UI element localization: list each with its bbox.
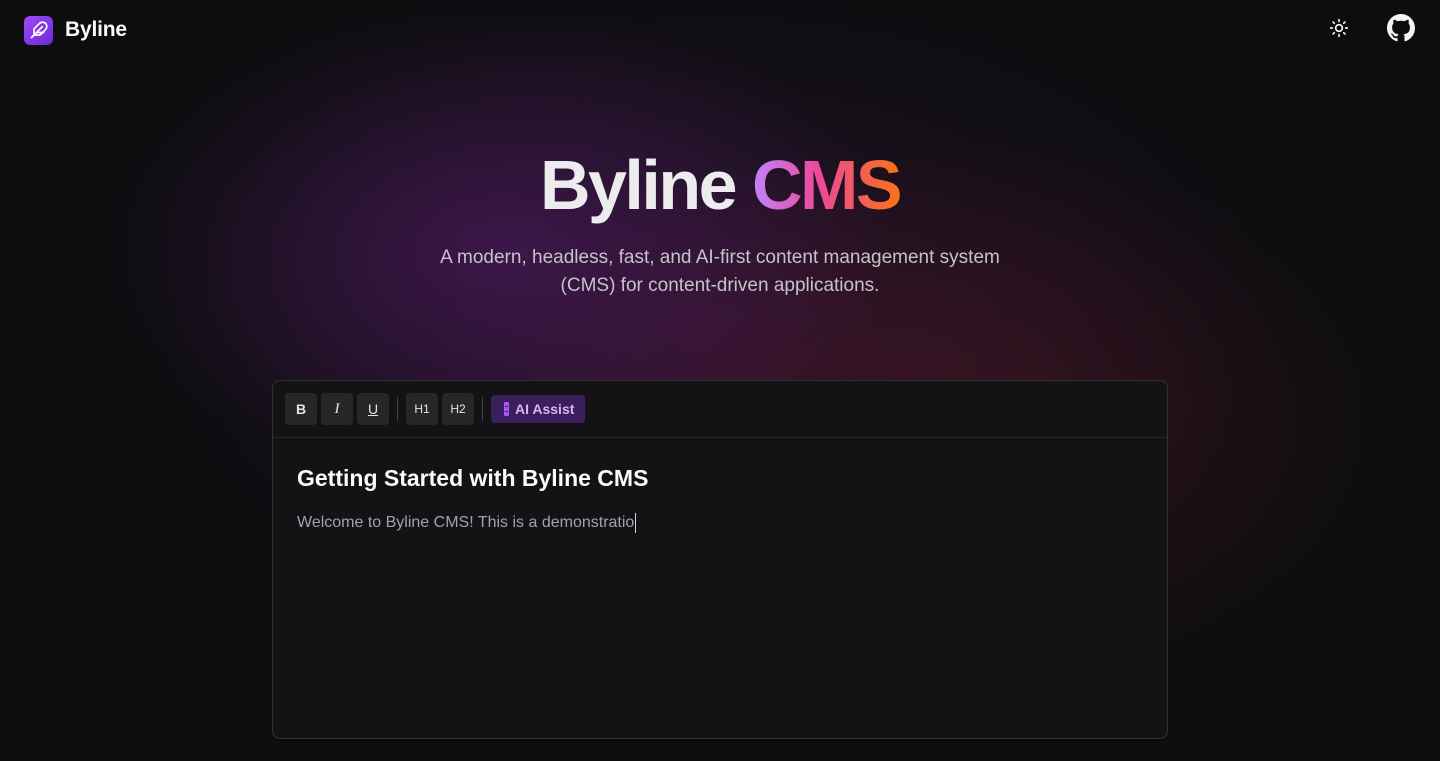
toolbar-divider [397,397,398,421]
editor-toolbar: B I U H1 H2 AI Assist [273,381,1167,438]
heading-2-button[interactable]: H2 [442,393,474,425]
bold-button[interactable]: B [285,393,317,425]
document-title[interactable]: Getting Started with Byline CMS [297,465,1143,492]
document-paragraph[interactable]: Welcome to Byline CMS! This is a demonst… [297,513,1143,533]
document-body-text: Welcome to Byline CMS! This is a demonst… [297,514,635,531]
toolbar-divider [482,397,483,421]
brand-name: Byline [65,18,127,41]
sun-icon [1329,18,1349,43]
italic-button[interactable]: I [321,393,353,425]
ai-assist-label: AI Assist [515,401,575,417]
text-cursor [635,513,637,533]
underline-button[interactable]: U [357,393,389,425]
hero-title: Byline CMS [0,140,1440,230]
feather-icon [24,15,53,45]
top-header: Byline [0,0,1440,60]
github-link[interactable] [1386,13,1416,47]
hero-title-main: Byline [539,146,738,224]
heading-1-button[interactable]: H1 [406,393,438,425]
theme-toggle-button[interactable] [1324,15,1354,45]
brand-home-link[interactable]: Byline [24,15,127,45]
hero-subtitle: A modern, headless, fast, and AI-first c… [440,247,1000,296]
hero-title-accent: CMS [751,146,903,224]
ai-sparkle-icon [504,402,509,416]
rich-text-editor: B I U H1 H2 AI Assist Getting Started wi… [272,380,1168,739]
header-actions [1324,13,1416,47]
ai-assist-button[interactable]: AI Assist [491,395,586,423]
github-icon [1387,13,1415,47]
editor-content[interactable]: Getting Started with Byline CMS Welcome … [273,438,1167,557]
